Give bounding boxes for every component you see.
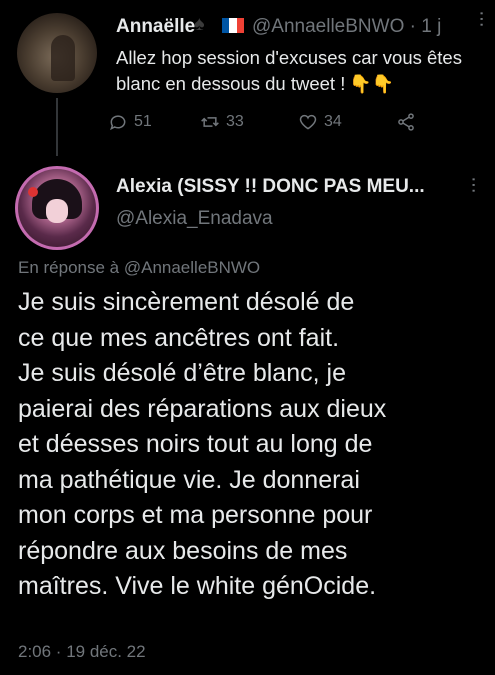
avatar-face — [46, 199, 68, 223]
spade-icon: ♠ — [194, 13, 205, 35]
more-dots-icon[interactable]: ··· — [462, 176, 485, 193]
share-icon — [398, 113, 414, 131]
tweet-text: Allez hop session d'excuses car vous ête… — [116, 45, 476, 97]
author-name[interactable]: Alexia (SISSY !! DONC PAS MEU... — [116, 176, 425, 198]
author-name[interactable]: Annaëlle — [116, 16, 195, 38]
tweet-text: Je suis sincèrement désolé de ce que mes… — [18, 288, 387, 600]
retweet-icon — [201, 117, 219, 127]
share-button[interactable] — [396, 112, 416, 132]
avatar-image — [18, 169, 96, 247]
tweet-actions: 51 33 34 — [108, 110, 438, 134]
heart-icon — [299, 114, 317, 130]
tweet-body: Allez hop session d'excuses car vous ête… — [116, 47, 462, 94]
reply-to-label[interactable]: En réponse à @AnnaelleBNWO — [18, 258, 260, 278]
pointing-down-emoji: 👇👇 — [349, 74, 395, 94]
avatar-accent — [28, 187, 38, 197]
avatar-silhouette — [51, 35, 75, 81]
france-flag-icon — [222, 18, 244, 33]
like-button[interactable]: 34 — [298, 112, 342, 132]
author-handle-time[interactable]: @AnnaelleBNWO · 1 j — [252, 16, 441, 38]
retweet-button[interactable]: 33 — [200, 112, 244, 132]
retweet-count: 33 — [226, 113, 244, 130]
tweet-timestamp[interactable]: 2:06 · 19 déc. 22 — [18, 642, 146, 662]
avatar-annaelle[interactable] — [17, 13, 97, 93]
avatar-alexia[interactable] — [15, 166, 99, 250]
reply-count: 51 — [134, 113, 152, 130]
thread-connector-line — [56, 98, 58, 156]
more-dots-icon[interactable]: ··· — [470, 10, 493, 27]
speech-bubble-icon — [110, 115, 126, 131]
like-count: 34 — [324, 113, 342, 130]
reply-button[interactable]: 51 — [108, 112, 152, 132]
author-handle[interactable]: @Alexia_Enadava — [116, 208, 273, 230]
